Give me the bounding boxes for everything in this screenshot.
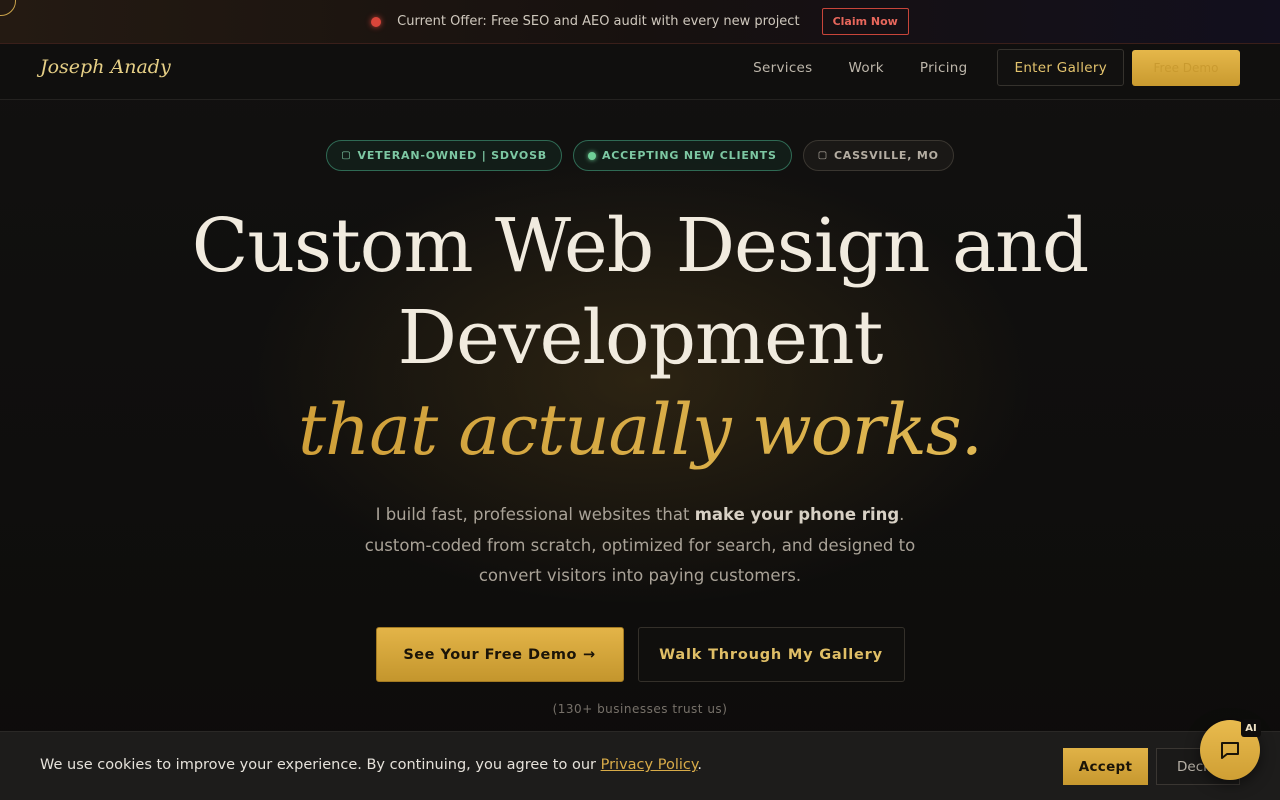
enter-gallery-button[interactable]: Enter Gallery: [997, 49, 1124, 86]
nav-link-pricing[interactable]: Pricing: [920, 60, 968, 76]
see-free-demo-button[interactable]: See Your Free Demo →: [375, 627, 624, 682]
badge-label: VETERAN-OWNED | SDVOSB: [357, 149, 547, 162]
offer-indicator-icon: [371, 16, 382, 27]
cookie-text-post: .: [697, 757, 702, 773]
cookie-text-pre: We use cookies to improve your experienc…: [40, 757, 601, 773]
badge-label: CASSVILLE, MO: [833, 149, 939, 162]
offer-text: Current Offer: Free SEO and AEO audit wi…: [397, 14, 800, 29]
corner-ring-decoration: [0, 0, 16, 16]
badge-label: ACCEPTING NEW CLIENTS: [601, 149, 777, 162]
hero-title: Custom Web Design and Development: [0, 200, 1280, 384]
accept-cookies-button[interactable]: Accept: [1063, 748, 1148, 785]
cookie-text: We use cookies to improve your experienc…: [40, 757, 702, 773]
chat-bubble-icon: [1221, 742, 1239, 759]
cta-primary-label: See Your Free Demo: [403, 646, 577, 663]
site-logo[interactable]: Joseph Anady: [40, 56, 171, 78]
trust-text: (130+ businesses trust us): [552, 702, 728, 716]
badge-veteran-owned: ▢ VETERAN-OWNED | SDVOSB: [326, 140, 562, 171]
walk-through-gallery-button[interactable]: Walk Through My Gallery: [637, 627, 905, 682]
nav-link-services[interactable]: Services: [753, 60, 812, 76]
nav-link-work[interactable]: Work: [848, 60, 883, 76]
hero-title-line1: Custom Web Design and: [191, 203, 1089, 289]
top-nav: Joseph Anady Services Work Pricing Enter…: [0, 44, 1280, 100]
cookie-banner: We use cookies to improve your experienc…: [0, 731, 1280, 800]
claim-now-button[interactable]: Claim Now: [821, 8, 909, 35]
hero-accent: that actually works.: [0, 384, 1280, 476]
badge-location: ▢ CASSVILLE, MO: [802, 140, 954, 171]
live-dot-icon: [587, 151, 596, 160]
location-pin-icon: ▢: [817, 150, 828, 161]
ai-badge: AI: [1241, 719, 1261, 737]
hero-subtitle-bold: make your phone ring: [694, 505, 900, 524]
nav-links: Services Work Pricing Enter Gallery Free…: [753, 49, 1240, 86]
offer-bar: Current Offer: Free SEO and AEO audit wi…: [0, 0, 1280, 44]
hero-subtitle: I build fast, professional websites that…: [340, 500, 940, 592]
hero-subtitle-pre: I build fast, professional websites that: [375, 505, 695, 524]
privacy-policy-link[interactable]: Privacy Policy: [601, 757, 698, 773]
badge-accepting-clients: ACCEPTING NEW CLIENTS: [572, 140, 792, 171]
hero-badges: ▢ VETERAN-OWNED | SDVOSB ACCEPTING NEW C…: [0, 140, 1280, 171]
shield-icon: ▢: [341, 150, 352, 161]
arrow-right-icon: →: [582, 646, 596, 663]
hero-title-line2: Development: [397, 295, 884, 381]
cta-row: See Your Free Demo → Walk Through My Gal…: [0, 627, 1280, 682]
free-demo-nav-button[interactable]: Free Demo: [1132, 49, 1240, 86]
